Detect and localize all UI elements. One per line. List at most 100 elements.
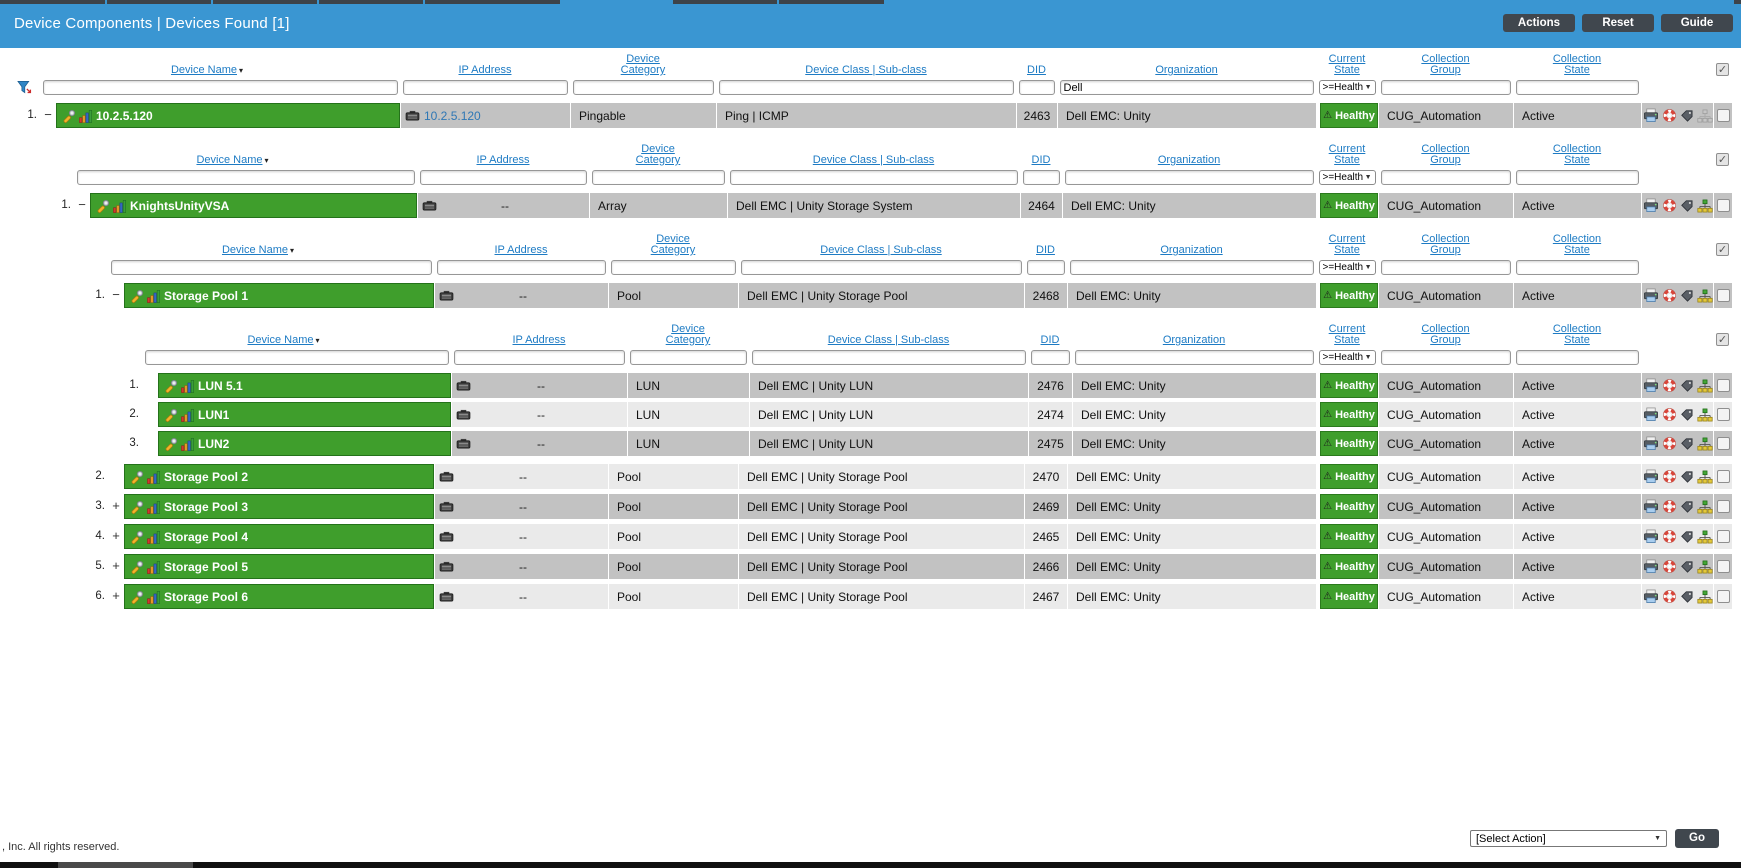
interface-icon[interactable]	[456, 380, 471, 392]
tag-icon[interactable]	[1680, 470, 1694, 484]
filter-input-collection_group[interactable]	[1380, 350, 1511, 365]
tag-icon[interactable]	[1680, 437, 1694, 451]
filter-input-organization[interactable]	[1064, 170, 1314, 185]
lifering-icon[interactable]	[1662, 589, 1677, 604]
column-header-did[interactable]: DID	[1016, 65, 1057, 78]
column-header-device_category[interactable]: Device Category	[570, 54, 716, 78]
filter-input-device_class[interactable]	[740, 260, 1022, 275]
column-header-link[interactable]: Collection State	[1544, 234, 1610, 256]
printer-icon[interactable]	[1643, 407, 1659, 422]
device-name-cell[interactable]: Storage Pool 4	[124, 524, 434, 549]
column-header-link[interactable]: Collection State	[1544, 54, 1610, 76]
current-state-filter-select[interactable]: >=Health ▼	[1318, 170, 1376, 185]
device-name-cell[interactable]: KnightsUnityVSA	[90, 193, 417, 218]
filter-input-device_name[interactable]	[110, 260, 432, 275]
filter-input-device_category[interactable]	[572, 80, 714, 95]
filter-input-did[interactable]	[1018, 80, 1055, 95]
device-name-cell[interactable]: Storage Pool 2	[124, 464, 434, 489]
tag-icon[interactable]	[1680, 500, 1694, 514]
row-checkbox[interactable]	[1716, 408, 1730, 421]
state-badge[interactable]: ⚠ Healthy	[1320, 103, 1378, 128]
column-header-link[interactable]: Device Name	[196, 155, 262, 166]
column-header-link[interactable]: Device Name	[247, 335, 313, 346]
column-header-link[interactable]: IP Address	[513, 335, 566, 346]
topology-icon[interactable]	[1696, 109, 1713, 123]
interface-icon[interactable]	[439, 591, 454, 603]
column-header-collection_state[interactable]: Collection State	[1513, 54, 1641, 78]
tools-icon[interactable]	[62, 109, 76, 123]
column-header-link[interactable]: Device Class | Sub-class	[813, 155, 934, 166]
column-header-link[interactable]: Device Name	[171, 65, 237, 76]
column-header-current_state[interactable]: Current State	[1316, 234, 1378, 258]
select-all-checkbox[interactable]: ✓	[1716, 333, 1729, 346]
column-header-link[interactable]: Device Category	[625, 144, 691, 166]
filter-input-organization[interactable]	[1074, 350, 1314, 365]
column-header-link[interactable]: IP Address	[477, 155, 530, 166]
topology-icon[interactable]	[1696, 470, 1713, 484]
device-name-cell[interactable]: 10.2.5.120	[56, 103, 400, 128]
filter-input-device_class[interactable]	[718, 80, 1014, 95]
column-header-link[interactable]: Collection State	[1544, 144, 1610, 166]
lifering-icon[interactable]	[1662, 436, 1677, 451]
filter-input-device_class[interactable]	[729, 170, 1018, 185]
filter-input-device_name[interactable]	[144, 350, 449, 365]
interface-icon[interactable]	[439, 531, 454, 543]
interface-icon[interactable]	[456, 409, 471, 421]
row-checkbox[interactable]	[1716, 379, 1730, 392]
column-header-link[interactable]: Organization	[1155, 65, 1217, 76]
lifering-icon[interactable]	[1662, 407, 1677, 422]
lifering-icon[interactable]	[1662, 529, 1677, 544]
filter-input-ip_address[interactable]	[453, 350, 625, 365]
state-badge[interactable]: ⚠ Healthy	[1320, 494, 1378, 519]
filter-input-did[interactable]	[1030, 350, 1070, 365]
column-header-current_state[interactable]: Current State	[1316, 144, 1378, 168]
state-badge[interactable]: ⚠ Healthy	[1320, 193, 1378, 218]
tools-icon[interactable]	[164, 379, 178, 393]
column-header-link[interactable]: Current State	[1316, 324, 1378, 346]
filter-input-collection_state[interactable]	[1515, 350, 1639, 365]
column-header-did[interactable]: DID	[1024, 245, 1067, 258]
column-header-collection_group[interactable]: Collection Group	[1378, 324, 1513, 348]
filter-input-device_name[interactable]	[76, 170, 415, 185]
graph-icon[interactable]	[147, 530, 161, 544]
printer-icon[interactable]	[1643, 469, 1659, 484]
graph-icon[interactable]	[147, 289, 161, 303]
column-header-device_class[interactable]: Device Class | Sub-class	[749, 335, 1028, 348]
tag-icon[interactable]	[1680, 560, 1694, 574]
tools-icon[interactable]	[130, 530, 144, 544]
column-header-device_name[interactable]: Device Name ▾	[48, 155, 417, 168]
state-badge[interactable]: ⚠ Healthy	[1320, 524, 1378, 549]
tools-icon[interactable]	[130, 500, 144, 514]
expander-toggle[interactable]: +	[108, 554, 124, 579]
current-state-filter-select[interactable]: >=Health ▼	[1318, 350, 1376, 365]
column-header-device_name[interactable]: Device Name ▾	[82, 245, 434, 258]
column-header-link[interactable]: DID	[1027, 65, 1046, 76]
state-badge[interactable]: ⚠ Healthy	[1320, 402, 1378, 427]
column-header-current_state[interactable]: Current State	[1316, 54, 1378, 78]
column-header-link[interactable]: Device Name	[222, 245, 288, 256]
expander-toggle[interactable]: −	[74, 193, 90, 218]
column-header-ip_address[interactable]: IP Address	[451, 335, 627, 348]
printer-icon[interactable]	[1643, 288, 1659, 303]
filter-input-ip_address[interactable]	[419, 170, 587, 185]
filter-input-device_category[interactable]	[629, 350, 747, 365]
column-header-link[interactable]: Current State	[1316, 54, 1378, 76]
topology-icon[interactable]	[1696, 289, 1713, 303]
device-name-cell[interactable]: Storage Pool 3	[124, 494, 434, 519]
row-checkbox[interactable]	[1716, 289, 1730, 302]
lifering-icon[interactable]	[1662, 198, 1677, 213]
column-header-device_class[interactable]: Device Class | Sub-class	[727, 155, 1020, 168]
filter-funnel-icon[interactable]	[17, 80, 32, 95]
tag-icon[interactable]	[1680, 199, 1694, 213]
lifering-icon[interactable]	[1662, 559, 1677, 574]
expander-toggle[interactable]: +	[108, 494, 124, 519]
tag-icon[interactable]	[1680, 289, 1694, 303]
column-header-link[interactable]: IP Address	[495, 245, 548, 256]
column-header-current_state[interactable]: Current State	[1316, 324, 1378, 348]
tools-icon[interactable]	[130, 560, 144, 574]
graph-icon[interactable]	[79, 109, 93, 123]
column-header-link[interactable]: Device Category	[640, 234, 706, 256]
column-header-ip_address[interactable]: IP Address	[434, 245, 608, 258]
tools-icon[interactable]	[164, 437, 178, 451]
row-checkbox[interactable]	[1716, 560, 1730, 573]
